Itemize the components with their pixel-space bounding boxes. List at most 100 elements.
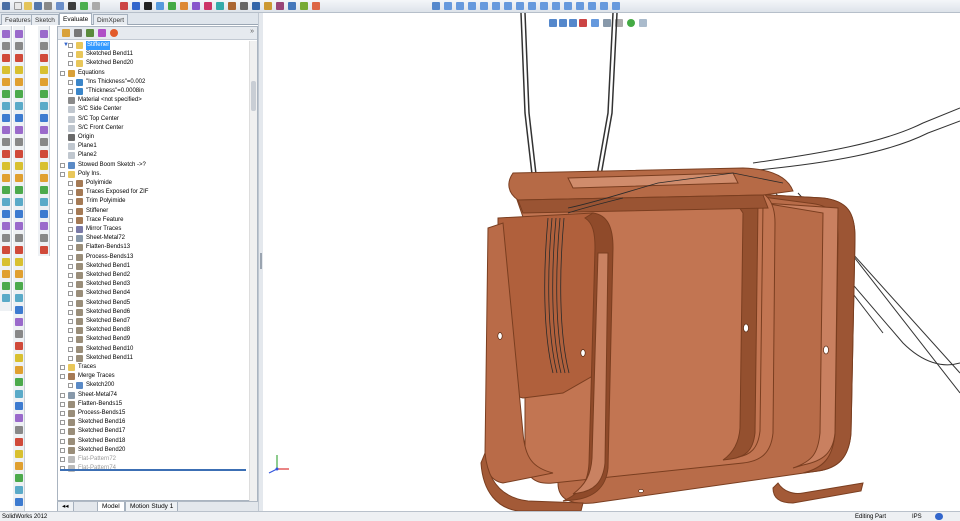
tool-icon[interactable] [15, 354, 23, 362]
expand-toggle-icon[interactable] [68, 263, 73, 269]
tool-icon[interactable] [2, 30, 10, 38]
toolbar-icon[interactable] [120, 2, 128, 10]
view-icon[interactable] [576, 2, 584, 10]
tool-icon[interactable] [15, 498, 23, 506]
toolbar-icon[interactable] [204, 2, 212, 10]
tool-icon[interactable] [15, 138, 23, 146]
tool-icon[interactable] [15, 54, 23, 62]
tool-icon[interactable] [40, 66, 48, 74]
tool-icon[interactable] [2, 126, 10, 134]
tool-icon[interactable] [15, 42, 23, 50]
view-icon[interactable] [444, 2, 452, 10]
expand-toggle-icon[interactable] [68, 346, 73, 352]
tool-icon[interactable] [40, 102, 48, 110]
toolbar-icon[interactable] [216, 2, 224, 10]
tool-icon[interactable] [2, 138, 10, 146]
toolbar-icon[interactable] [288, 2, 296, 10]
tool-icon[interactable] [40, 186, 48, 194]
view-icon[interactable] [480, 2, 488, 10]
expand-toggle-icon[interactable] [68, 217, 73, 223]
undo-icon[interactable] [56, 2, 64, 10]
expand-toggle-icon[interactable] [60, 392, 65, 398]
tab-features[interactable]: Features [1, 14, 35, 25]
tool-icon[interactable] [15, 474, 23, 482]
view-icon[interactable] [540, 2, 548, 10]
tool-icon[interactable] [15, 90, 23, 98]
expand-toggle-icon[interactable] [68, 337, 73, 343]
view-icon[interactable] [552, 2, 560, 10]
toolbar-icon[interactable] [180, 2, 188, 10]
tool-icon[interactable] [40, 198, 48, 206]
tool-icon[interactable] [40, 162, 48, 170]
tool-icon[interactable] [2, 258, 10, 266]
expand-toggle-icon[interactable] [60, 401, 65, 407]
tool-icon[interactable] [15, 246, 23, 254]
expand-toggle-icon[interactable] [68, 199, 73, 205]
tool-icon[interactable] [15, 294, 23, 302]
help-icon[interactable] [935, 513, 943, 520]
toolbar-icon[interactable] [252, 2, 260, 10]
expand-toggle-icon[interactable] [68, 282, 73, 288]
tool-icon[interactable] [40, 234, 48, 242]
expand-toggle-icon[interactable] [68, 245, 73, 251]
tool-icon[interactable] [15, 402, 23, 410]
expand-toggle-icon[interactable] [60, 374, 65, 380]
tool-icon[interactable] [40, 138, 48, 146]
expand-panel-icon[interactable]: » [250, 28, 254, 35]
expand-toggle-icon[interactable] [68, 61, 73, 67]
view-icon[interactable] [564, 2, 572, 10]
toolbar-icon[interactable] [144, 2, 152, 10]
tool-icon[interactable] [2, 42, 10, 50]
expand-toggle-icon[interactable] [68, 383, 73, 389]
toolbar-icon[interactable] [276, 2, 284, 10]
expand-toggle-icon[interactable] [60, 438, 65, 444]
tool-icon[interactable] [15, 174, 23, 182]
view-icon[interactable] [504, 2, 512, 10]
expand-toggle-icon[interactable] [68, 273, 73, 278]
tool-icon[interactable] [40, 222, 48, 230]
expand-toggle-icon[interactable] [68, 309, 73, 315]
toolbar-icon[interactable] [264, 2, 272, 10]
feature-manager-icon[interactable] [62, 29, 70, 37]
view-icon[interactable] [528, 2, 536, 10]
open-icon[interactable] [24, 2, 32, 10]
tool-icon[interactable] [15, 390, 23, 398]
expand-toggle-icon[interactable] [68, 254, 73, 260]
view-orient-icon[interactable] [432, 2, 440, 10]
tool-icon[interactable] [40, 90, 48, 98]
expand-toggle-icon[interactable] [60, 162, 65, 168]
tool-icon[interactable] [2, 54, 10, 62]
tool-icon[interactable] [2, 246, 10, 254]
expand-toggle-icon[interactable] [68, 236, 73, 242]
tool-icon[interactable] [40, 150, 48, 158]
view-icon[interactable] [468, 2, 476, 10]
tool-icon[interactable] [15, 438, 23, 446]
rebuild-icon[interactable] [80, 2, 88, 10]
select-icon[interactable] [68, 2, 76, 10]
tool-icon[interactable] [15, 126, 23, 134]
view-icon[interactable] [516, 2, 524, 10]
expand-toggle-icon[interactable] [68, 355, 73, 361]
tool-icon[interactable] [15, 414, 23, 422]
expand-toggle-icon[interactable] [68, 291, 73, 297]
rollback-bar[interactable] [60, 469, 246, 471]
tool-icon[interactable] [15, 426, 23, 434]
toolbar-icon[interactable] [240, 2, 248, 10]
view-icon[interactable] [492, 2, 500, 10]
expand-toggle-icon[interactable] [68, 227, 73, 232]
tool-icon[interactable] [15, 366, 23, 374]
tool-icon[interactable] [2, 210, 10, 218]
view-icon[interactable] [600, 2, 608, 10]
tab-dimxpert[interactable]: DimXpert [93, 14, 129, 25]
scrollbar-thumb[interactable] [251, 81, 256, 111]
expand-toggle-icon[interactable] [68, 300, 73, 306]
tool-icon[interactable] [15, 330, 23, 338]
expand-toggle-icon[interactable] [68, 208, 73, 214]
expand-toggle-icon[interactable] [68, 319, 73, 324]
expand-toggle-icon[interactable] [68, 190, 73, 196]
tool-icon[interactable] [40, 210, 48, 218]
expand-toggle-icon[interactable] [60, 171, 65, 177]
tool-icon[interactable] [40, 174, 48, 182]
tool-icon[interactable] [15, 270, 23, 278]
expand-toggle-icon[interactable] [68, 89, 73, 94]
